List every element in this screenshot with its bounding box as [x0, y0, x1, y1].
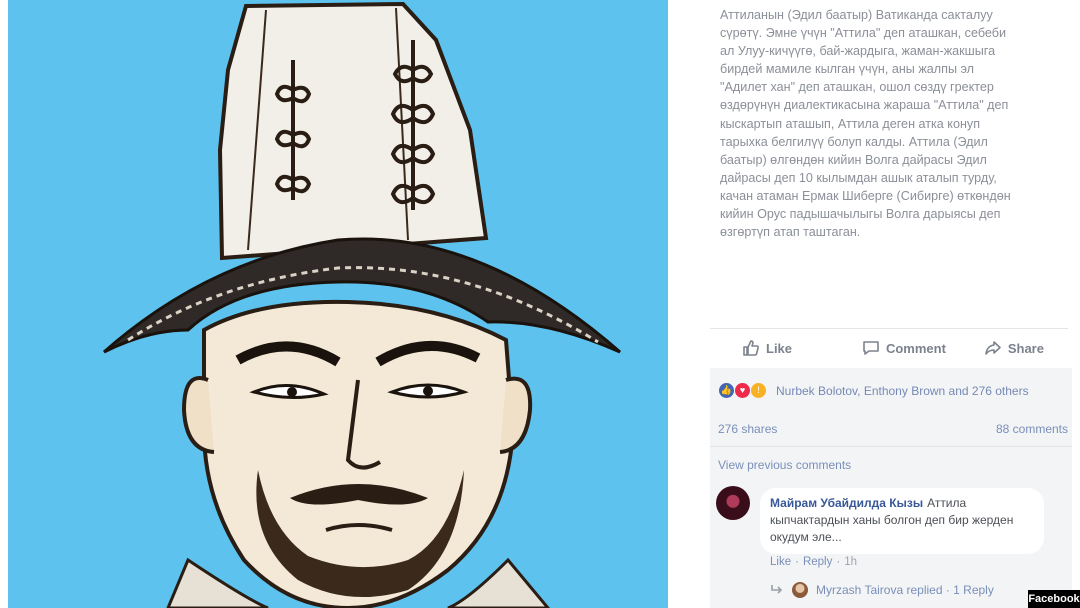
- post-caption: Аттиланын (Эдил баатыр) Ватиканда сактал…: [720, 8, 1011, 240]
- comment-bubble: Майрам Убайдилда Кызы Аттила кыпчактардын…: [760, 488, 1044, 554]
- replies-text: Myrzash Tairova replied · 1 Reply: [816, 583, 994, 597]
- wow-reaction-icon: !: [750, 382, 767, 399]
- comment-button[interactable]: Comment: [830, 339, 968, 357]
- post-photo[interactable]: [8, 0, 668, 608]
- post-side-panel: Аттиланын (Эдил баатыр) Ватиканда сактал…: [686, 0, 1080, 608]
- separator-dot: ·: [836, 556, 841, 568]
- facebook-watermark: Facebook: [1028, 590, 1080, 608]
- separator-dot: ·: [795, 556, 799, 568]
- counts-row: 276 shares 88 comments: [718, 422, 1068, 436]
- post-actions-bar: Like Comment Share: [710, 330, 1068, 366]
- comment-meta: Like · Reply · 1h: [770, 556, 857, 568]
- comment-reply-link[interactable]: Reply: [803, 556, 832, 568]
- commenter-avatar[interactable]: [716, 486, 750, 520]
- speech-bubble-icon: [863, 341, 879, 355]
- reactions-summary[interactable]: 👍 ♥ ! Nurbek Bolotov, Enthony Brown and …: [718, 382, 1029, 399]
- love-reaction-icon: ♥: [734, 382, 751, 399]
- reply-arrow-icon: [771, 585, 783, 594]
- replier-avatar: [792, 582, 808, 598]
- commenter-name[interactable]: Майрам Убайдилда Кызы: [770, 496, 923, 510]
- view-previous-comments-link[interactable]: View previous comments: [718, 458, 851, 472]
- like-reaction-icon: 👍: [718, 382, 735, 399]
- left-margin: [0, 0, 8, 608]
- like-button[interactable]: Like: [710, 339, 814, 357]
- shares-count[interactable]: 276 shares: [718, 422, 777, 436]
- like-label: Like: [766, 340, 793, 356]
- share-button[interactable]: Share: [984, 339, 1068, 357]
- comments-count[interactable]: 88 comments: [996, 422, 1068, 436]
- divider: [710, 446, 1072, 447]
- reaction-names: Nurbek Bolotov, Enthony Brown and 276 ot…: [776, 383, 1029, 398]
- thumbs-up-icon: [743, 340, 759, 356]
- comment-label: Comment: [885, 340, 946, 356]
- share-label: Share: [1007, 340, 1044, 356]
- replies-link[interactable]: Myrzash Tairova replied · 1 Reply: [770, 582, 994, 598]
- share-arrow-icon: [985, 341, 1001, 355]
- comment-time: 1h: [844, 556, 857, 568]
- comment-like-link[interactable]: Like: [770, 556, 791, 568]
- divider: [710, 328, 1068, 329]
- portrait-illustration: [103, 1, 621, 608]
- engagement-section: 👍 ♥ ! Nurbek Bolotov, Enthony Brown and …: [710, 368, 1072, 608]
